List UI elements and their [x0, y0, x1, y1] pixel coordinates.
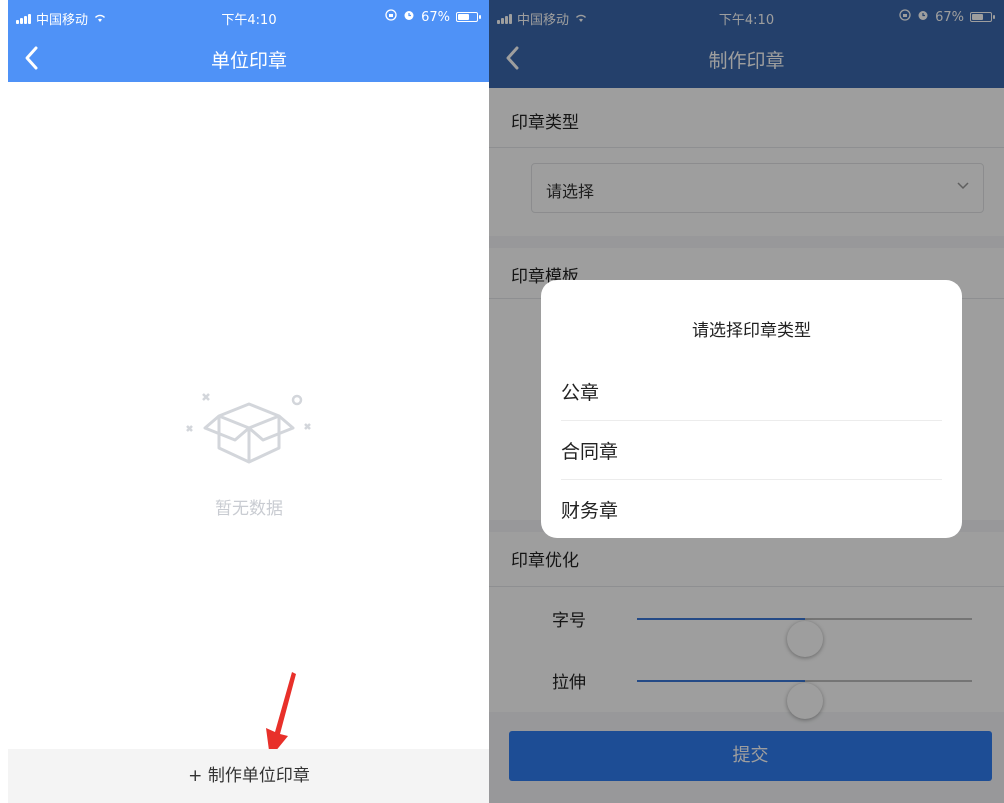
lock-rotation-icon: [385, 9, 397, 25]
battery-percent: 67%: [421, 9, 450, 25]
top-bar: 中国移动 下午4:10 67% 单位印章: [8, 0, 490, 82]
empty-box-icon: [186, 393, 311, 464]
alarm-icon: [403, 9, 415, 25]
dialog-title: 请选择印章类型: [692, 321, 811, 341]
battery-icon: [456, 12, 481, 22]
seal-type-picker-dialog: 请选择印章类型 公章 合同章 财务章: [541, 280, 962, 538]
create-seal-button[interactable]: + 制作单位印章: [8, 749, 490, 803]
option-contract-seal[interactable]: 合同章: [561, 421, 942, 480]
option-label: 合同章: [561, 441, 619, 463]
left-screen: 中国移动 下午4:10 67% 单位印章 暂无数据 + 制作单位印章: [8, 0, 490, 803]
nav-header: 单位印章: [8, 34, 490, 82]
empty-text: 暂无数据: [215, 499, 283, 519]
page-title: 单位印章: [210, 50, 287, 72]
option-label: 公章: [561, 382, 600, 404]
option-finance-seal[interactable]: 财务章: [561, 480, 942, 538]
option-official-seal[interactable]: 公章: [561, 362, 942, 421]
right-screen: 中国移动 下午4:10 67% 制作印章 印章类型 请选择 印章模板 印章优化 …: [489, 0, 1004, 803]
option-label: 财务章: [561, 500, 619, 522]
red-arrow-annotation: [266, 672, 296, 758]
empty-state: 暂无数据: [8, 378, 490, 519]
status-bar: 中国移动 下午4:10 67%: [8, 0, 490, 34]
